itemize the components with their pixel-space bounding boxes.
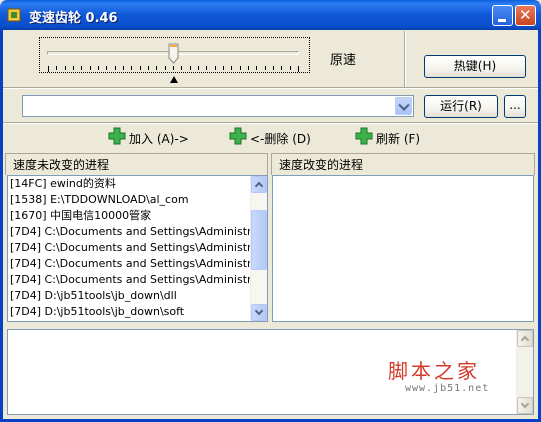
chevron-up-icon	[520, 335, 530, 345]
section-divider	[3, 87, 538, 89]
slider-tick	[231, 66, 232, 70]
slider-tick	[56, 66, 57, 70]
close-button[interactable]: ✕	[515, 5, 536, 26]
slider-tick	[90, 66, 91, 70]
remove-icon	[229, 127, 247, 145]
chevron-down-icon	[254, 306, 264, 316]
add-icon	[108, 127, 126, 145]
slider-tick	[190, 66, 191, 70]
chevron-down-icon	[520, 399, 530, 409]
slider-tick	[181, 66, 182, 70]
chevron-down-icon[interactable]	[395, 97, 412, 115]
list-item[interactable]: [7D4] C:\Documents and Settings\Administ…	[8, 272, 252, 288]
slider-tick	[290, 66, 291, 70]
unchanged-process-items: [14FC] ewind的资料 [1538] E:\TDDOWNLOAD\al_c…	[8, 176, 267, 320]
slider-tick	[298, 66, 299, 72]
watermark-logo: 脚本之家	[388, 359, 480, 383]
slider-tick	[265, 66, 266, 70]
refresh-label: 刷新 (F)	[376, 132, 421, 146]
refresh-icon	[355, 127, 373, 145]
list-item[interactable]: [1670] 中国电信10000管家	[8, 208, 252, 224]
scroll-up-button[interactable]	[251, 176, 267, 193]
chevron-up-icon	[254, 181, 264, 191]
scroll-down-button[interactable]	[251, 304, 267, 321]
app-gear-icon	[7, 8, 21, 22]
run-button[interactable]: 运行(R)	[424, 95, 498, 118]
slider-tick	[248, 66, 249, 70]
slider-tick	[73, 66, 74, 70]
close-icon: ✕	[519, 6, 532, 24]
process-combo[interactable]	[22, 95, 414, 117]
list-item[interactable]: [14FC] ewind的资料	[8, 176, 252, 192]
speed-slider-ticks	[48, 66, 300, 72]
changed-process-list[interactable]	[272, 175, 534, 322]
list-item[interactable]: [7D4] C:\Documents and Settings\Administ…	[8, 256, 252, 272]
log-scroll-up-button[interactable]	[517, 330, 533, 347]
list-item[interactable]: [7D4] D:\jb51tools\jb_down\dll	[8, 288, 252, 304]
window-title: 变速齿轮 0.46	[29, 11, 118, 26]
slider-tick	[206, 66, 207, 70]
log-scrollbar[interactable]	[516, 330, 533, 414]
slider-tick	[240, 66, 241, 70]
vertical-divider	[404, 31, 406, 87]
slider-tick	[48, 66, 49, 72]
watermark-url: www.jb51.net	[405, 383, 490, 394]
slider-tick	[106, 66, 107, 70]
slider-tick	[173, 66, 174, 70]
slider-tick	[81, 66, 82, 70]
hotkey-button[interactable]: 热键(H)	[424, 55, 526, 78]
log-scroll-down-button[interactable]	[517, 397, 533, 414]
browse-button[interactable]: ...	[504, 95, 526, 118]
unchanged-process-header: 速度未改变的进程	[5, 153, 268, 175]
slider-tick	[123, 66, 124, 70]
slider-tick	[148, 66, 149, 70]
minimize-button[interactable]	[492, 5, 513, 26]
slider-tick	[131, 66, 132, 70]
slider-tick	[256, 66, 257, 70]
add-label: 加入 (A)->	[129, 132, 189, 146]
speed-pointer-icon	[170, 76, 178, 83]
title-bar[interactable]: 变速齿轮 0.46 ✕	[0, 0, 541, 30]
slider-tick	[98, 66, 99, 70]
slider-tick	[273, 66, 274, 70]
list-item[interactable]: [7D4] C:\Documents and Settings\Administ…	[8, 224, 252, 240]
scrollbar[interactable]	[250, 176, 267, 321]
list-item[interactable]: [7D4] C:\Documents and Settings\Administ…	[8, 240, 252, 256]
slider-tick	[281, 66, 282, 70]
unchanged-process-list[interactable]: [14FC] ewind的资料 [1538] E:\TDDOWNLOAD\al_c…	[7, 175, 268, 322]
slider-tick	[65, 66, 66, 70]
slider-tick	[215, 66, 216, 70]
slider-tick	[156, 66, 157, 70]
list-item[interactable]: [1538] E:\TDDOWNLOAD\al_com	[8, 192, 252, 208]
scrollbar-thumb[interactable]	[251, 210, 267, 270]
list-item[interactable]: [7D4] D:\jb51tools\jb_down\soft	[8, 304, 252, 320]
speed-label: 原速	[330, 53, 357, 68]
speed-slider-thumb[interactable]	[168, 43, 179, 64]
slider-tick	[223, 66, 224, 70]
slider-tick	[165, 66, 166, 70]
slider-tick	[140, 66, 141, 70]
section-divider	[3, 122, 538, 124]
remove-label: <-删除 (D)	[250, 132, 311, 146]
changed-process-header: 速度改变的进程	[271, 153, 535, 175]
slider-tick	[198, 66, 199, 70]
minimize-icon	[498, 19, 506, 22]
slider-tick	[115, 66, 116, 70]
